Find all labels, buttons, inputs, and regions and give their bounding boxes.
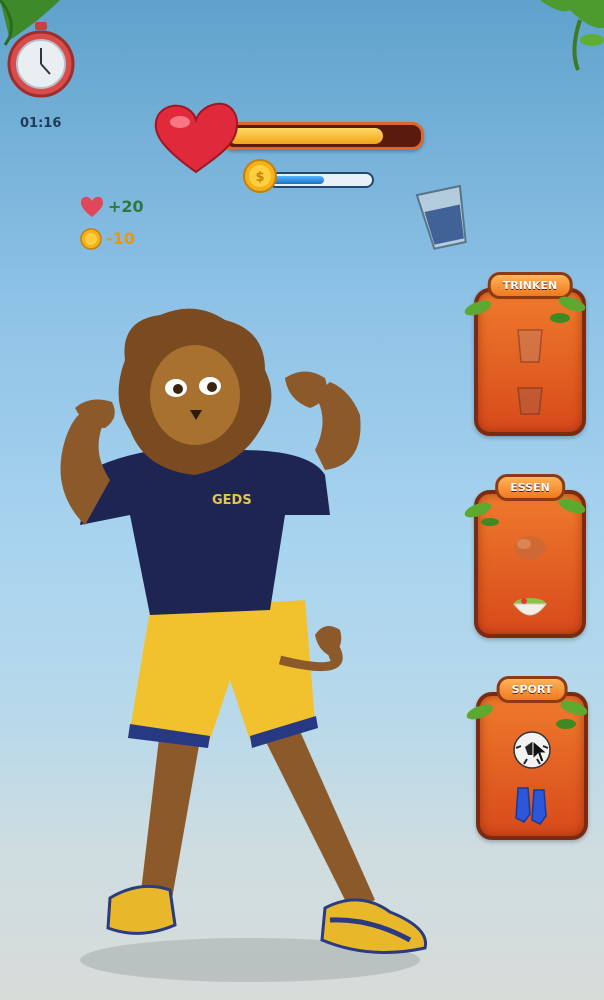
water-glass-icon[interactable] [414,182,474,252]
corner-vines-right [540,0,604,71]
coin-icon: $ [243,159,277,193]
panel-leaves-sport [466,700,588,729]
health-delta-text: +20 [108,197,144,216]
salad-bowl-icon[interactable] [510,588,550,624]
svg-text:$: $ [255,170,264,185]
heart-icon [154,102,238,174]
shirt-logo-text: GEDS [212,493,252,508]
coin-bar [268,172,374,188]
mouse-cursor-icon [532,740,548,763]
stopwatch-icon [7,22,75,98]
water-glass-icon[interactable] [512,326,548,366]
coin-delta-text: -10 [106,229,135,248]
water-glass-icon[interactable] [512,382,548,418]
coin-small-icon [80,228,102,250]
health-bar [222,122,424,150]
timer-text: 01:16 [20,116,62,131]
panel-leaves-essen [464,498,586,526]
health-bar-fill [228,128,383,144]
heart-small-icon [81,196,103,217]
shin-guards-icon[interactable] [510,784,554,826]
coin-bar-fill [272,176,325,184]
panel-leaves-trinken [464,296,586,323]
chicken-icon[interactable] [510,530,550,566]
lion-character: GEDS [60,308,428,982]
